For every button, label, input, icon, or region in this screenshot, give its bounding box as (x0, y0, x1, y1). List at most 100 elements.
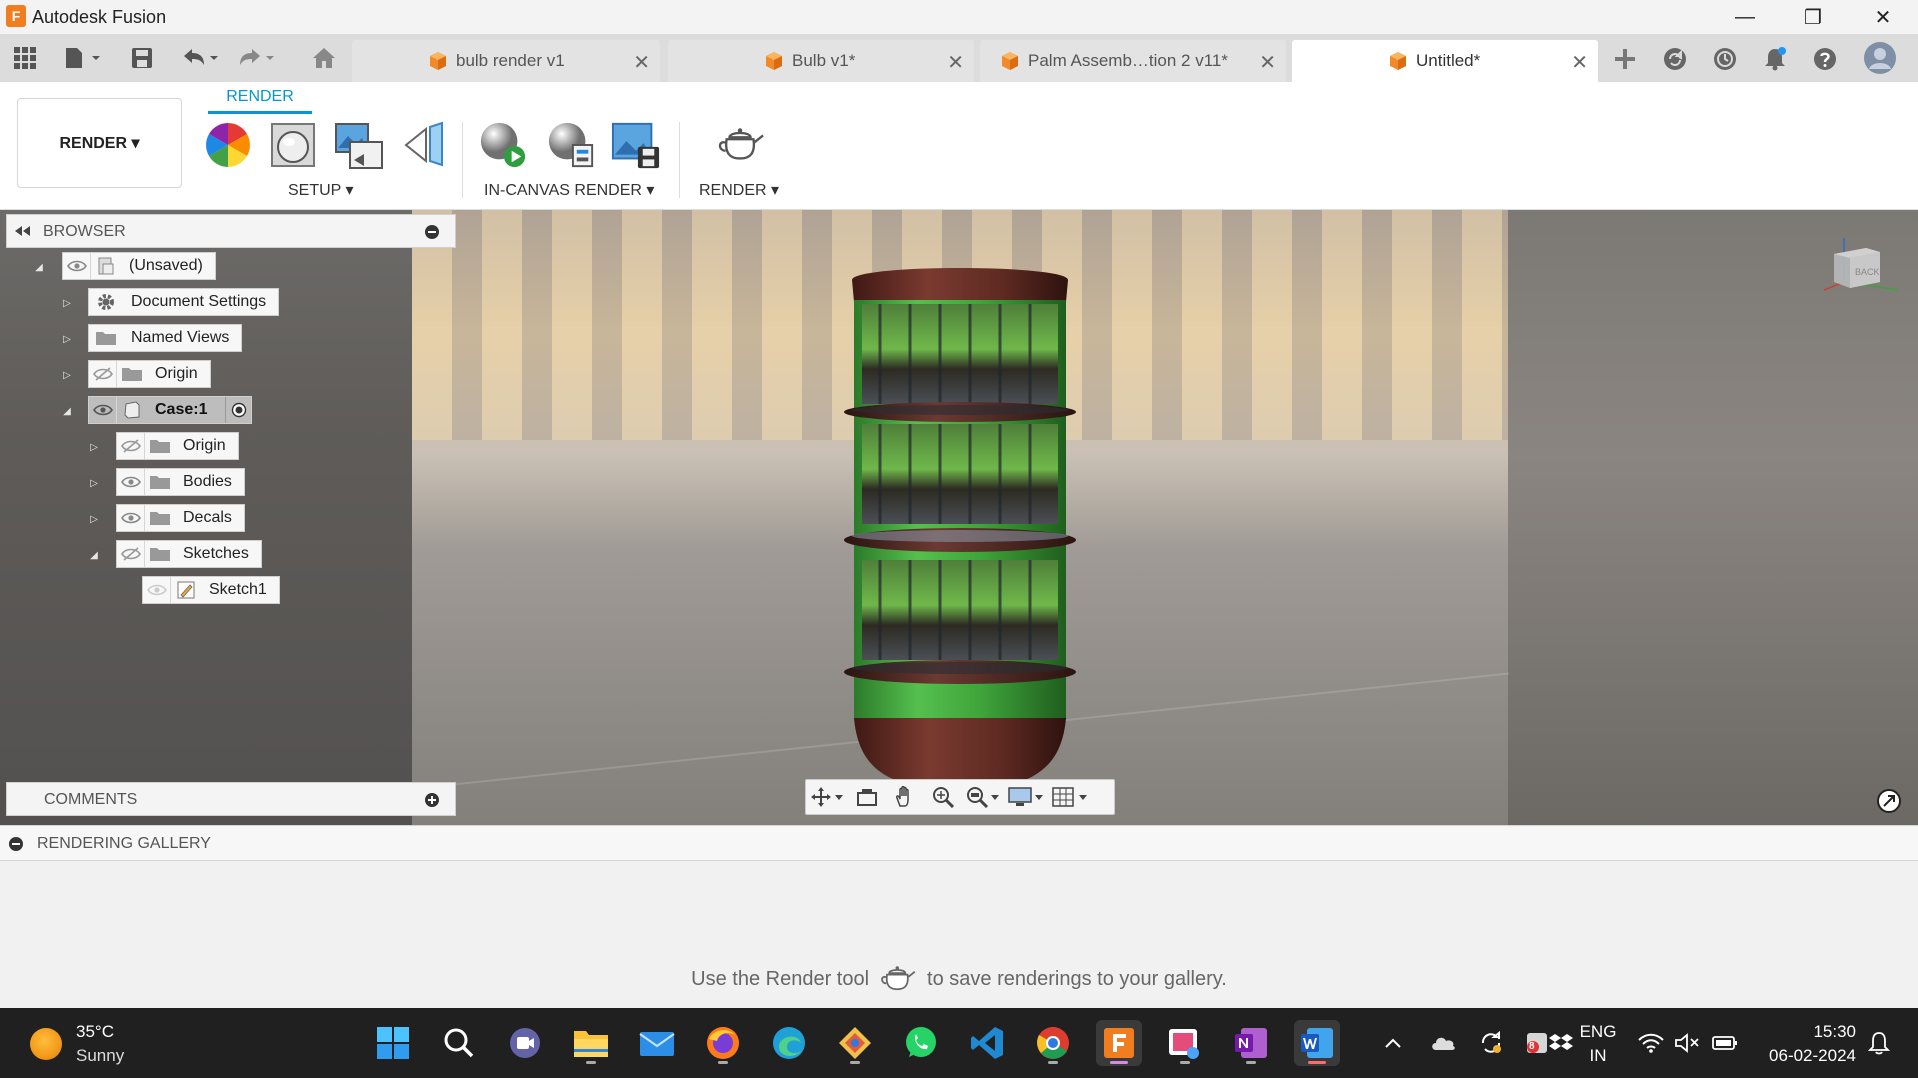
tree-item-root[interactable]: (Unsaved) (62, 252, 216, 280)
maximize-button[interactable]: ❐ (1783, 0, 1843, 34)
scene-settings-icon[interactable] (334, 120, 384, 170)
tab-untitled[interactable]: Untitled* ✕ (1292, 40, 1598, 82)
visibility-eye-icon[interactable] (143, 577, 171, 603)
language-indicator[interactable]: ENG (1578, 1022, 1618, 1042)
tree-item-sketch1[interactable]: Sketch1 (142, 576, 280, 604)
expand-arrow-icon[interactable]: ◢ (33, 262, 45, 274)
in-canvas-render-icon[interactable] (478, 120, 528, 170)
zoom-window-icon[interactable] (962, 780, 1004, 814)
dropbox-icon[interactable] (1548, 1030, 1574, 1056)
save-icon[interactable] (128, 42, 156, 74)
expand-arrow-icon[interactable]: ◢ (61, 406, 73, 418)
file-explorer-icon[interactable] (568, 1020, 614, 1066)
case-model-render[interactable] (840, 262, 1080, 792)
collapse-panel-icon[interactable] (15, 226, 31, 236)
weather-temperature[interactable]: 35°C (76, 1022, 114, 1042)
file-menu-icon[interactable] (60, 42, 104, 74)
in-canvas-render-group-label[interactable]: IN-CANVAS RENDER ▾ (484, 180, 654, 200)
tree-item-bodies[interactable]: Bodies (116, 468, 245, 496)
collapse-arrow-icon[interactable]: ▷ (88, 442, 100, 454)
workspace-switcher-button[interactable]: RENDER ▾ (17, 98, 182, 188)
physical-material-icon[interactable] (268, 120, 318, 170)
notification-center-bell-icon[interactable] (1866, 1030, 1892, 1056)
tab-palm-assembly[interactable]: Palm Assemb…tion 2 v11* ✕ (980, 40, 1286, 82)
sync-icon[interactable] (1660, 44, 1690, 74)
wifi-icon[interactable] (1638, 1030, 1664, 1056)
new-tab-icon[interactable] (1610, 44, 1640, 74)
visibility-eye-icon[interactable] (117, 469, 145, 495)
close-tab-icon[interactable]: ✕ (1571, 50, 1588, 75)
fit-view-icon[interactable] (1876, 788, 1902, 814)
collapse-arrow-icon[interactable]: ▷ (61, 298, 73, 310)
display-settings-icon[interactable] (1004, 780, 1048, 814)
close-tab-icon[interactable]: ✕ (1259, 50, 1276, 75)
word-icon[interactable] (1294, 1020, 1340, 1066)
edge-browser-icon[interactable] (766, 1020, 812, 1066)
collapse-arrow-icon[interactable]: ▷ (61, 334, 73, 346)
language-region[interactable]: IN (1578, 1046, 1618, 1066)
rendering-gallery-header[interactable]: RENDERING GALLERY (0, 825, 1918, 861)
tree-item-case-component[interactable]: Case:1 (88, 396, 253, 424)
undo-icon[interactable] (178, 42, 222, 74)
tab-bulb-v1[interactable]: Bulb v1* ✕ (668, 40, 974, 82)
close-window-button[interactable]: ✕ (1853, 0, 1913, 34)
tab-bulb-render-v1[interactable]: bulb render v1 ✕ (352, 40, 660, 82)
show-hidden-icons-chevron-icon[interactable] (1380, 1030, 1406, 1056)
sync-refresh-icon[interactable] (1478, 1030, 1504, 1056)
tree-item-document-settings[interactable]: Document Settings (88, 288, 280, 316)
collapse-arrow-icon[interactable]: ▷ (61, 370, 73, 382)
vscode-icon[interactable] (964, 1020, 1010, 1066)
visibility-eye-icon[interactable] (89, 397, 117, 423)
render-teapot-icon[interactable] (716, 120, 766, 170)
tree-item-origin[interactable]: Origin (88, 360, 211, 388)
hidden-eye-icon[interactable] (117, 433, 145, 459)
minimize-panel-icon[interactable] (425, 225, 439, 239)
onedrive-cloud-icon[interactable] (1430, 1030, 1456, 1056)
visibility-eye-icon[interactable] (63, 253, 91, 279)
clock-time[interactable]: 15:30 (1760, 1022, 1856, 1042)
weather-condition[interactable]: Sunny (76, 1046, 124, 1066)
hidden-eye-icon[interactable] (117, 541, 145, 567)
view-cube[interactable]: BACK (1822, 230, 1900, 310)
onenote-icon[interactable] (1228, 1020, 1274, 1066)
zoom-icon[interactable] (924, 780, 962, 814)
redo-icon[interactable] (234, 42, 278, 74)
collapse-arrow-icon[interactable]: ▷ (88, 514, 100, 526)
search-icon[interactable] (436, 1020, 482, 1066)
in-canvas-render-settings-icon[interactable] (546, 120, 596, 170)
comments-panel[interactable]: COMMENTS (6, 782, 456, 816)
mail-icon[interactable] (634, 1020, 680, 1066)
git-kraken-icon[interactable] (832, 1020, 878, 1066)
collapse-gallery-icon[interactable] (9, 837, 23, 851)
setup-group-label[interactable]: SETUP ▾ (288, 180, 354, 200)
job-status-icon[interactable] (1710, 44, 1740, 74)
whatsapp-icon[interactable] (898, 1020, 944, 1066)
sun-weather-icon[interactable] (30, 1028, 62, 1060)
appearance-color-wheel-icon[interactable] (203, 120, 253, 170)
tab-render[interactable]: RENDER (208, 88, 312, 106)
battery-icon[interactable] (1712, 1030, 1738, 1056)
start-windows-icon[interactable] (370, 1020, 416, 1066)
fusion-taskbar-icon[interactable] (1096, 1020, 1142, 1066)
home-icon[interactable] (308, 42, 340, 74)
snipping-tool-icon[interactable] (1162, 1020, 1208, 1066)
expand-comments-icon[interactable] (425, 793, 439, 807)
hidden-eye-icon[interactable] (89, 361, 117, 387)
tree-item-decals[interactable]: Decals (116, 504, 245, 532)
close-tab-icon[interactable]: ✕ (947, 50, 964, 75)
activate-component-radio-icon[interactable] (225, 397, 251, 423)
notifications-bell-icon[interactable] (1760, 44, 1790, 74)
tree-item-named-views[interactable]: Named Views (88, 324, 243, 352)
user-avatar[interactable] (1862, 40, 1898, 76)
firefox-icon[interactable] (700, 1020, 746, 1066)
teams-chat-icon[interactable] (502, 1020, 548, 1066)
grid-settings-icon[interactable] (1048, 780, 1092, 814)
render-group-label[interactable]: RENDER ▾ (699, 180, 779, 200)
collapse-arrow-icon[interactable]: ▷ (88, 478, 100, 490)
volume-muted-icon[interactable] (1674, 1030, 1700, 1056)
help-icon[interactable] (1810, 44, 1840, 74)
pan-hand-icon[interactable] (886, 780, 924, 814)
chrome-icon[interactable] (1030, 1020, 1076, 1066)
apps-grid-icon[interactable] (10, 42, 40, 74)
minimize-button[interactable]: — (1715, 0, 1775, 34)
